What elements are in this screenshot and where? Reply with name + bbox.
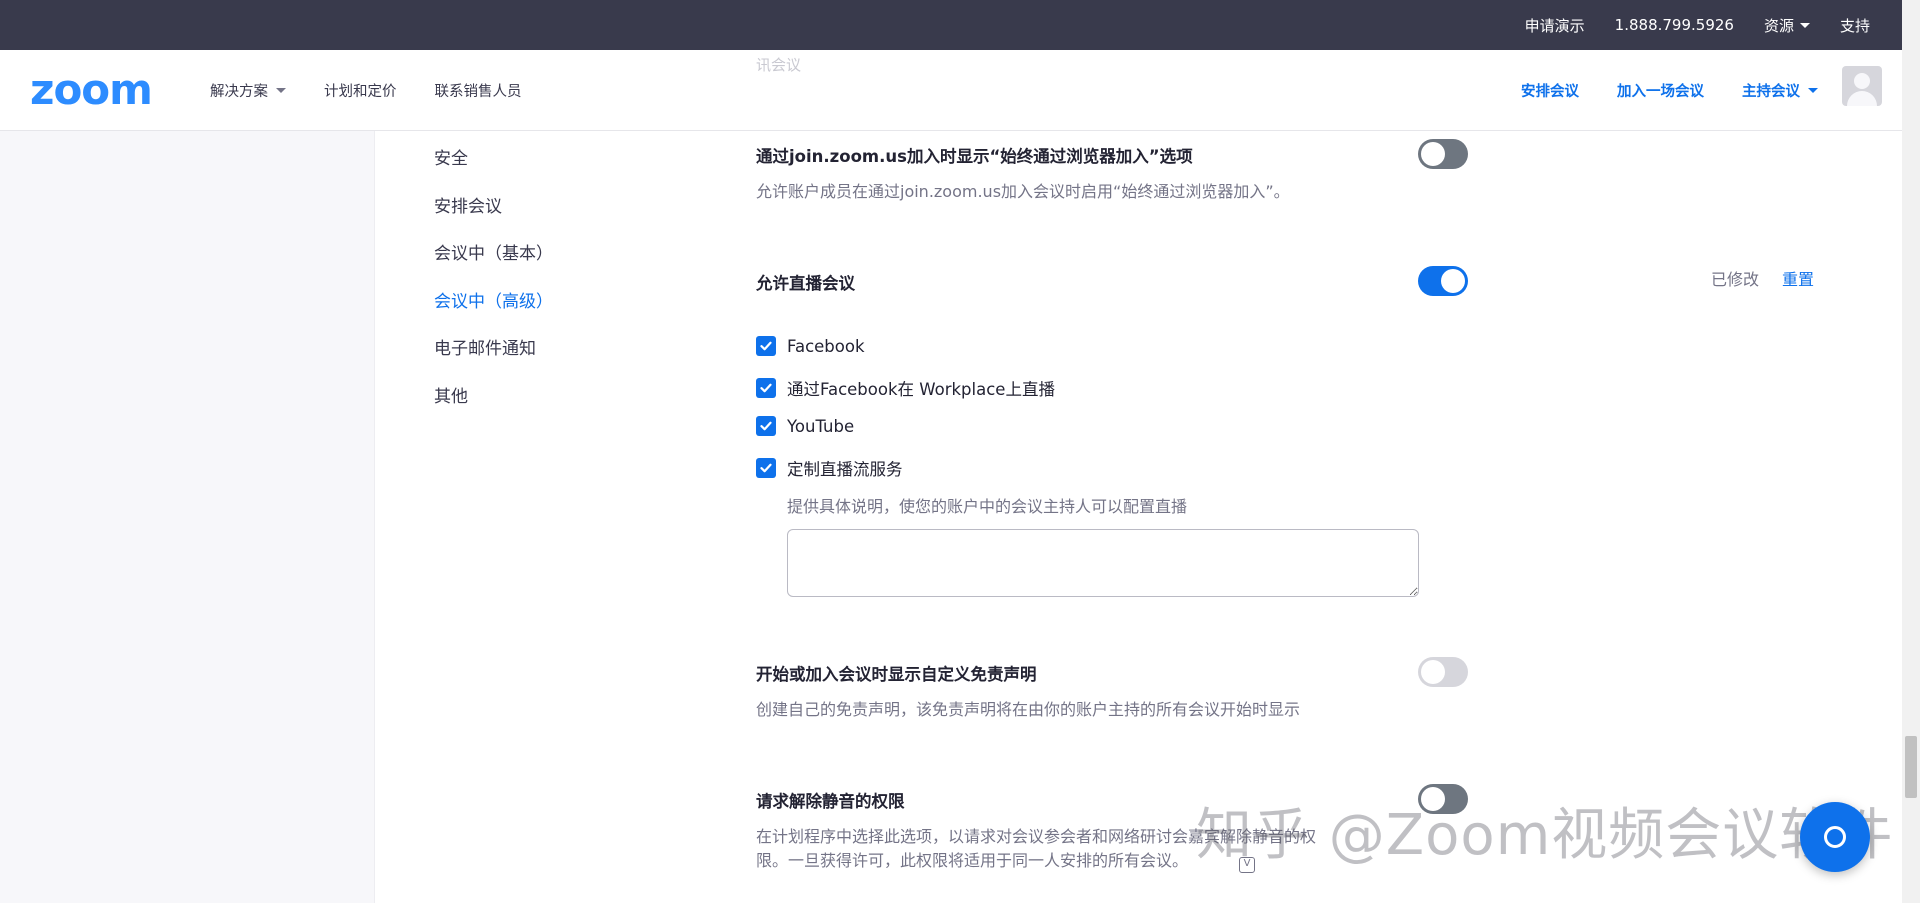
- checkbox-label: YouTube: [787, 416, 855, 436]
- chevron-down-icon: [276, 88, 286, 93]
- checkbox-checked-icon[interactable]: [756, 458, 776, 478]
- sidebar-item-security[interactable]: 安全: [434, 148, 553, 196]
- sidebar-item-schedule-meeting[interactable]: 安排会议: [434, 196, 553, 244]
- avatar-head-icon: [1854, 73, 1870, 89]
- left-margin: [0, 131, 375, 903]
- checkbox-label: 通过Facebook在 Workplace上直播: [787, 380, 1055, 399]
- checkbox-facebook[interactable]: Facebook: [756, 336, 865, 356]
- unmute-title: 请求解除静音的权限: [756, 792, 905, 811]
- settings-sidebar: 安全 安排会议 会议中（基本） 会议中（高级） 电子邮件通知 其他: [434, 148, 553, 433]
- help-icon: [1824, 826, 1846, 848]
- faded-heading: 讯会议: [756, 56, 802, 74]
- request-demo-link[interactable]: 申请演示: [1525, 15, 1585, 36]
- unmute-desc-line2: 限。一旦获得许可，此权限将适用于同一人安排的所有会议。: [756, 851, 1189, 870]
- solutions-label: 解决方案: [210, 84, 268, 100]
- watermark: 知乎 @Zoom视频会议软件: [1196, 803, 1894, 868]
- scrollbar-thumb[interactable]: [1905, 736, 1917, 798]
- contact-sales-link[interactable]: 联系销售人员: [435, 80, 522, 101]
- checkbox-custom-stream[interactable]: 定制直播流服务: [756, 456, 903, 480]
- checkbox-checked-icon[interactable]: [756, 416, 776, 436]
- toggle-knob: [1421, 660, 1445, 684]
- utility-bar: 申请演示 1.888.799.5926 资源 支持: [0, 0, 1902, 50]
- floating-help-button[interactable]: [1800, 802, 1870, 872]
- support-link[interactable]: 支持: [1840, 15, 1870, 36]
- sidebar-item-in-meeting-basic[interactable]: 会议中（基本）: [434, 243, 553, 291]
- avatar[interactable]: [1842, 66, 1882, 106]
- schedule-meeting-link[interactable]: 安排会议: [1521, 80, 1579, 101]
- checkbox-youtube[interactable]: YouTube: [756, 416, 854, 436]
- live-stream-toggle[interactable]: [1418, 266, 1468, 296]
- browser-join-title: 通过join.zoom.us加入时显示“始终通过浏览器加入”选项: [756, 147, 1193, 166]
- avatar-body-icon: [1847, 91, 1877, 106]
- checkbox-checked-icon[interactable]: [756, 378, 776, 398]
- browser-join-desc: 允许账户成员在通过join.zoom.us加入会议时启用“始终通过浏览器加入”。: [756, 182, 1290, 201]
- zoom-logo[interactable]: zoom: [30, 69, 153, 111]
- sidebar-item-email-notification[interactable]: 电子邮件通知: [434, 338, 553, 386]
- reset-link[interactable]: 重置: [1782, 266, 1814, 290]
- live-stream-title: 允许直播会议: [756, 274, 855, 293]
- plans-pricing-link[interactable]: 计划和定价: [324, 80, 397, 101]
- main-header: zoom 解决方案 计划和定价 联系销售人员 安排会议 加入一场会议 主持会议: [0, 50, 1902, 131]
- disclaimer-desc: 创建自己的免责声明，该免责声明将在由你的账户主持的所有会议开始时显示: [756, 700, 1301, 719]
- checkbox-label: Facebook: [787, 336, 865, 356]
- checkbox-label: 定制直播流服务: [787, 460, 903, 479]
- disclaimer-toggle[interactable]: [1418, 657, 1468, 687]
- main-nav: 解决方案 计划和定价 联系销售人员: [210, 50, 522, 131]
- chevron-down-icon: [1808, 88, 1818, 93]
- toggle-knob: [1441, 269, 1465, 293]
- resources-menu[interactable]: 资源: [1764, 15, 1810, 36]
- host-meeting-menu[interactable]: 主持会议: [1742, 80, 1818, 101]
- sidebar-item-other[interactable]: 其他: [434, 386, 553, 434]
- modified-label: 已修改: [1711, 270, 1760, 289]
- sidebar-item-in-meeting-advanced[interactable]: 会议中（高级）: [434, 291, 553, 339]
- join-meeting-link[interactable]: 加入一场会议: [1617, 80, 1704, 101]
- phone-number-link[interactable]: 1.888.799.5926: [1615, 16, 1734, 34]
- custom-stream-textarea[interactable]: [787, 529, 1419, 597]
- checkbox-workplace[interactable]: 通过Facebook在 Workplace上直播: [756, 376, 1055, 400]
- custom-stream-hint: 提供具体说明，使您的账户中的会议主持人可以配置直播: [787, 497, 1188, 516]
- disclaimer-title: 开始或加入会议时显示自定义免责声明: [756, 665, 1037, 684]
- meeting-nav: 安排会议 加入一场会议 主持会议: [1521, 50, 1818, 131]
- toggle-knob: [1421, 142, 1445, 166]
- browser-join-toggle[interactable]: [1418, 139, 1468, 169]
- host-meeting-label: 主持会议: [1742, 84, 1800, 100]
- chevron-down-icon: [1799, 22, 1810, 28]
- checkbox-checked-icon[interactable]: [756, 336, 776, 356]
- resources-label: 资源: [1763, 16, 1794, 35]
- solutions-menu[interactable]: 解决方案: [210, 80, 286, 101]
